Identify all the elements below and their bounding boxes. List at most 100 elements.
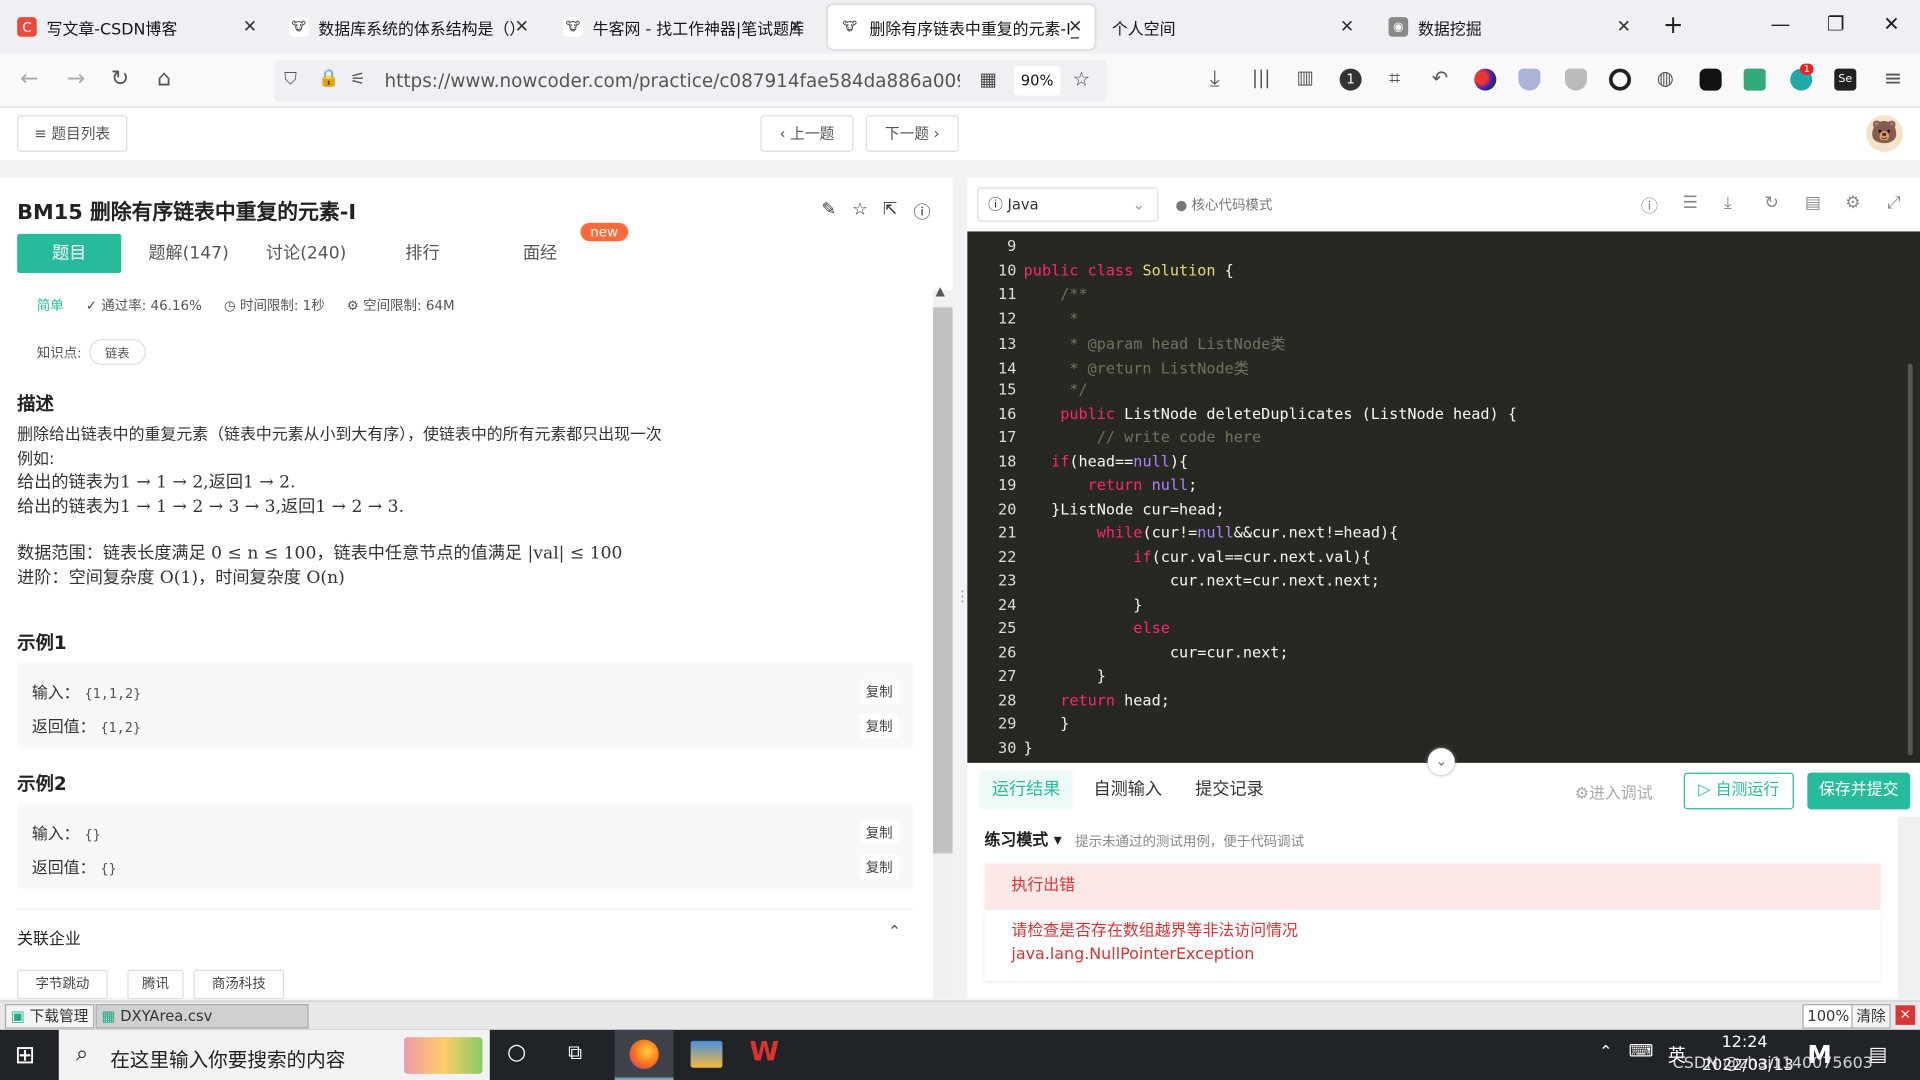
url-bar[interactable]: ⛉ 🔒 ⚟ https://www.nowcoder.com/practice/… <box>274 60 1107 102</box>
browser-tab-3[interactable]: 🐮 牛客网 - 找工作神器|笔试题库| ✕ <box>551 5 815 49</box>
url-text[interactable]: https://www.nowcoder.com/practice/c08791… <box>384 70 960 92</box>
shield-gray-icon[interactable] <box>1564 68 1587 91</box>
reload-icon[interactable]: ↻ <box>105 66 134 92</box>
favorite-star-icon[interactable]: ☆ <box>852 200 867 220</box>
home-icon[interactable]: ⌂ <box>149 66 178 92</box>
extension-ring-icon[interactable] <box>1608 68 1632 91</box>
cortana-icon[interactable]: ○ <box>507 1040 526 1066</box>
file-explorer-icon[interactable] <box>690 1040 723 1068</box>
browser-tab-2[interactable]: 🐮 数据库系统的体系结构是（） ✕ <box>277 5 541 49</box>
taskbar-search-box[interactable]: ⌕ 在这里输入你要搜索的内容 <box>58 1029 490 1080</box>
windows-start-icon[interactable]: ⊞ <box>15 1040 36 1069</box>
practice-mode-dropdown[interactable]: 练习模式 ▾ <box>984 827 1061 849</box>
scroll-up-icon[interactable]: ▲ <box>936 285 945 298</box>
close-icon[interactable]: ✕ <box>1068 17 1082 37</box>
problem-list-button[interactable]: ≡ 题目列表 <box>17 115 128 152</box>
menu-icon[interactable]: ≡ <box>1878 66 1907 92</box>
language-select[interactable]: ⓘ Java ⌄ <box>977 187 1159 222</box>
keyboard-icon[interactable]: ⌨ <box>1629 1042 1654 1062</box>
chevron-up-icon[interactable]: ⌃ <box>888 923 901 941</box>
download-icon[interactable]: ⤓ <box>1200 66 1229 92</box>
template-icon[interactable]: ▤ <box>1805 193 1821 213</box>
result-scrollbar[interactable] <box>1897 816 1920 998</box>
copy-button[interactable]: 复制 <box>859 713 899 739</box>
enter-debug-button[interactable]: ⚙进入调试 <box>1575 780 1653 803</box>
library-icon[interactable]: ||| <box>1247 66 1276 88</box>
task-view-icon[interactable]: ⧉ <box>568 1041 582 1065</box>
company-tag[interactable]: 字节跳动 <box>17 969 108 1000</box>
zoom-level[interactable]: 90% <box>1013 66 1061 96</box>
code-scrollbar[interactable] <box>1907 363 1913 756</box>
undo-icon[interactable]: ↶ <box>1425 66 1454 89</box>
browser-tab-4-active[interactable]: 🐮 删除有序链表中重复的元素-I_ ✕ <box>827 4 1095 49</box>
extension-black-icon[interactable] <box>1699 68 1722 91</box>
extension-green-icon[interactable] <box>1743 68 1766 91</box>
knowledge-tag[interactable]: 链表 <box>89 339 146 365</box>
translate-globe-icon[interactable]: ◍ <box>1651 66 1680 89</box>
tab-submissions[interactable]: 提交记录 <box>1183 770 1276 809</box>
next-problem-button[interactable]: 下一题 › <box>865 115 959 152</box>
tab-interview[interactable]: 面经 <box>497 234 583 273</box>
close-icon[interactable]: ✕ <box>515 17 529 37</box>
browser-tab-5[interactable]: 个人空间 ✕ <box>1100 5 1367 49</box>
self-test-run-button[interactable]: ▷ 自测运行 <box>1683 772 1794 810</box>
download-code-icon[interactable]: ⤓ <box>1724 193 1732 213</box>
shield-icon[interactable]: ⛉ <box>284 70 297 90</box>
permissions-icon[interactable]: ⚟ <box>350 70 365 90</box>
tab-discussion[interactable]: 讨论(240) <box>257 234 355 273</box>
window-close-icon[interactable]: ✕ <box>1883 12 1899 35</box>
share-icon[interactable]: ⇱ <box>883 200 897 220</box>
crop-icon[interactable]: ⌗ <box>1380 66 1409 90</box>
forward-icon[interactable]: → <box>61 66 90 92</box>
close-downloads-icon[interactable]: ✕ <box>1895 1005 1916 1025</box>
company-tag[interactable]: 商汤科技 <box>193 969 285 1000</box>
edit-note-icon[interactable]: ✎ <box>822 200 836 220</box>
close-icon[interactable]: ✕ <box>243 17 257 37</box>
selenium-icon[interactable]: Se <box>1834 68 1857 91</box>
reset-icon[interactable]: ↻ <box>1764 193 1778 213</box>
list-icon[interactable]: ☰ <box>1682 193 1697 213</box>
firefox-taskbar-button[interactable] <box>614 1029 674 1080</box>
maximize-icon[interactable]: ❐ <box>1827 12 1845 35</box>
tab-ranking[interactable]: 排行 <box>380 234 466 273</box>
lock-icon[interactable]: 🔒 <box>318 69 339 89</box>
sidebar-icon[interactable]: ▥ <box>1291 66 1320 88</box>
code-editor[interactable]: 9 10 public class Solution { 11 /** 12 * … <box>967 231 1920 763</box>
shield-extension-icon[interactable] <box>1518 68 1541 91</box>
clock-time[interactable]: 12:24 <box>1722 1033 1768 1051</box>
help-icon[interactable]: ⓘ <box>1641 193 1658 217</box>
download-manager-button[interactable]: ▣ 下载管理 <box>4 1004 95 1029</box>
tab-run-result[interactable]: 运行结果 <box>979 770 1073 810</box>
copy-button[interactable]: 复制 <box>859 679 899 705</box>
close-icon[interactable]: ✕ <box>1617 17 1631 37</box>
tab-problem[interactable]: 题目 <box>17 233 122 274</box>
wps-icon[interactable]: W <box>749 1037 779 1068</box>
bookmark-star-icon[interactable]: ☆ <box>1073 67 1091 90</box>
tray-chevron-up-icon[interactable]: ⌃ <box>1599 1043 1612 1061</box>
extension-1-icon[interactable]: 1 <box>1339 68 1362 91</box>
copy-button[interactable]: 复制 <box>859 820 899 845</box>
copy-button[interactable]: 复制 <box>859 854 899 880</box>
settings-gear-icon[interactable]: ⚙ <box>1845 193 1860 213</box>
minimize-icon[interactable]: — <box>1771 12 1791 35</box>
browser-tab-6[interactable]: ◉ 数据挖掘 ✕ <box>1376 5 1643 49</box>
company-tag[interactable]: 腾讯 <box>127 969 184 1000</box>
core-code-mode[interactable]: ● 核心代码模式 <box>1176 195 1273 215</box>
avatar[interactable]: 🐻 <box>1866 115 1903 152</box>
close-icon[interactable]: ✕ <box>789 17 803 37</box>
qr-code-icon[interactable]: ▦ <box>980 69 997 91</box>
new-tab-icon[interactable]: + <box>1663 10 1684 39</box>
report-icon[interactable]: ⓘ <box>913 200 930 224</box>
save-submit-button[interactable]: 保存并提交 <box>1807 772 1911 810</box>
back-icon[interactable]: ← <box>15 66 44 92</box>
fullscreen-icon[interactable]: ⤢ <box>1887 193 1901 213</box>
tab-solutions[interactable]: 题解(147) <box>140 234 238 273</box>
extension-color-icon[interactable] <box>1474 68 1497 91</box>
close-icon[interactable]: ✕ <box>1340 17 1354 37</box>
prev-problem-button[interactable]: ‹ 上一题 <box>760 115 854 152</box>
clear-downloads-button[interactable]: 清除 <box>1851 1004 1891 1029</box>
download-file-item[interactable]: ▦ DXYArea.csv <box>95 1004 309 1029</box>
collapse-chevron-icon[interactable]: ⌄ <box>1427 748 1455 776</box>
left-scrollbar-thumb[interactable] <box>933 307 953 854</box>
browser-tab-1[interactable]: C 写文章-CSDN博客 ✕ <box>5 5 269 49</box>
